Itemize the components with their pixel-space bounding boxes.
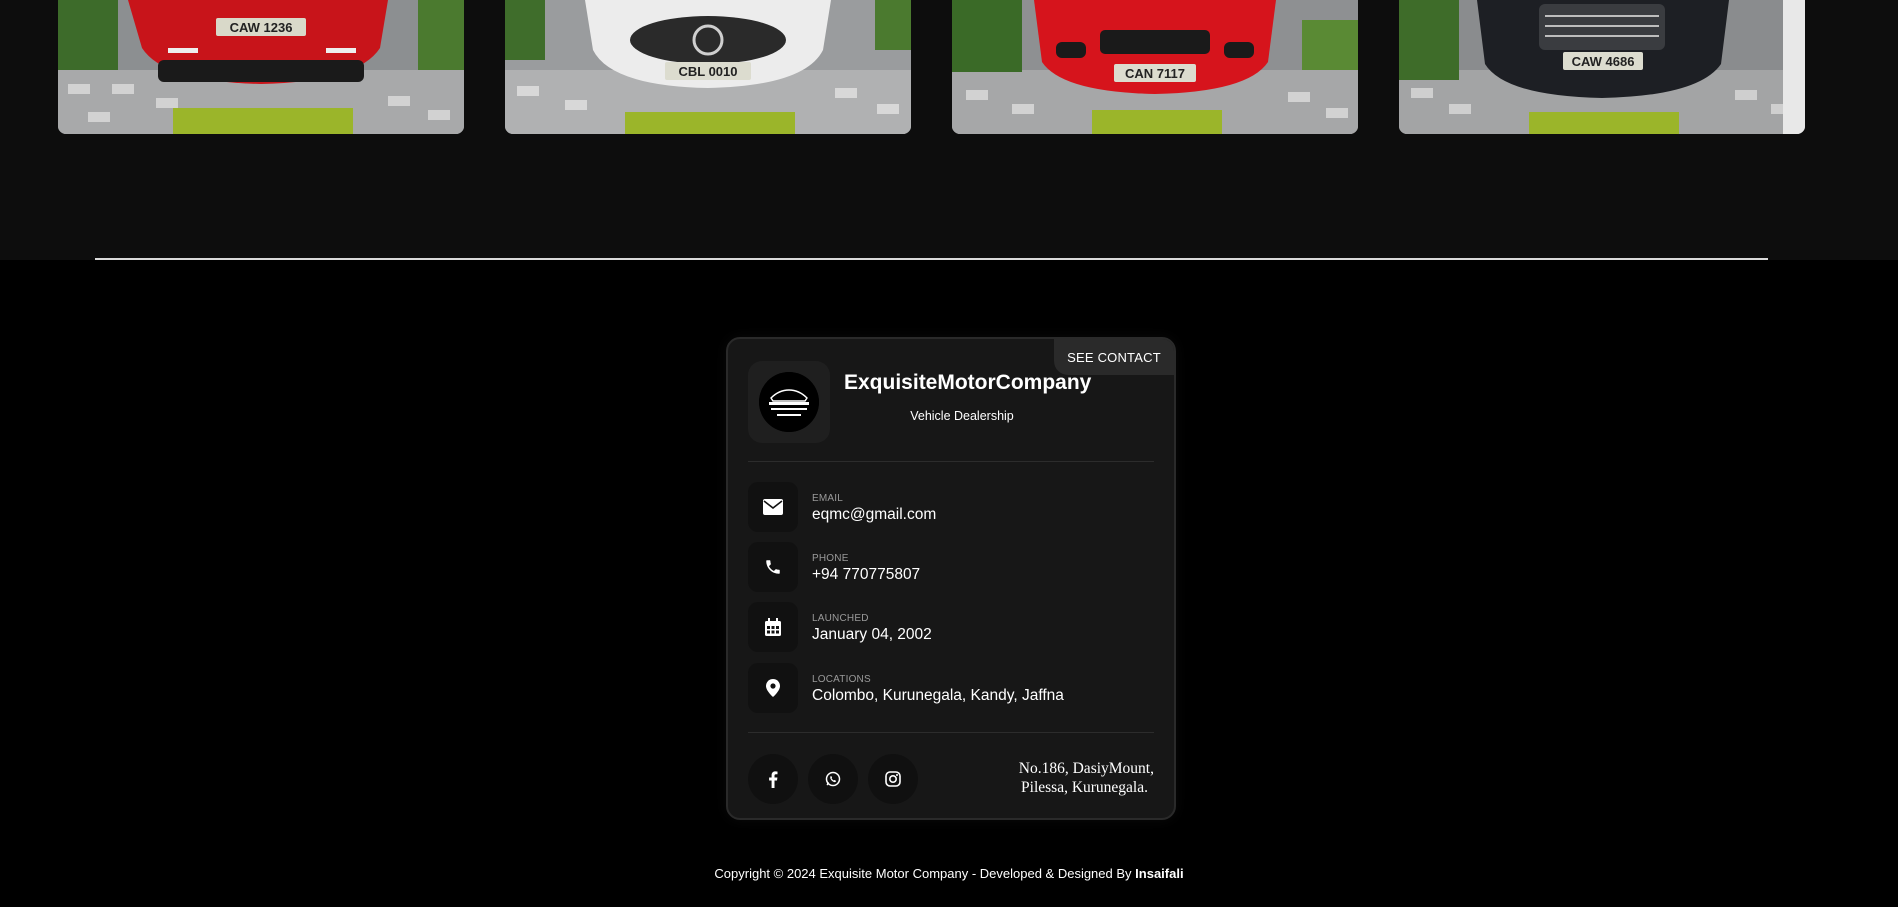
license-plate: CAN 7117 (1125, 66, 1185, 81)
info-row-locations: LOCATIONS Colombo, Kurunegala, Kandy, Ja… (748, 663, 1154, 713)
envelope-icon (748, 482, 798, 532)
email-label: EMAIL (812, 493, 844, 504)
facebook-icon (769, 770, 778, 788)
info-row-email: EMAIL eqmc@gmail.com (748, 482, 1154, 532)
car-photo: CAW 4686 (1399, 0, 1805, 134)
developer-link[interactable]: Insaifali (1135, 866, 1183, 881)
copyright-text: Copyright © 2024 Exquisite Motor Company… (714, 866, 1136, 881)
company-logo (748, 361, 830, 443)
license-plate: CBL 0010 (678, 64, 737, 79)
launched-value: January 04, 2002 (812, 626, 932, 643)
company-type: Vehicle Dealership (910, 409, 1014, 423)
car-image-card[interactable]: CAW 1236 (58, 0, 464, 134)
car-image-card[interactable]: CAW 4686 (1399, 0, 1805, 134)
map-pin-icon (748, 663, 798, 713)
address-line-1: No.186, DasiyMount, (1018, 760, 1154, 777)
logo-icon (759, 372, 819, 432)
phone-label: PHONE (812, 553, 849, 564)
phone-icon (748, 542, 798, 592)
section-divider (95, 258, 1768, 260)
license-plate: CAW 1236 (230, 20, 293, 35)
info-row-launched: LAUNCHED January 04, 2002 (748, 602, 1154, 652)
car-photo: CAN 7117 (952, 0, 1358, 134)
facebook-link[interactable] (748, 754, 798, 804)
whatsapp-link[interactable] (808, 754, 858, 804)
locations-label: LOCATIONS (812, 674, 871, 685)
car-gallery: CAW 1236 CBL 0010 CAN 7117 CAW 4686 (0, 0, 1898, 260)
address-line-2: Pilessa, Kurunegala. (1021, 779, 1148, 796)
email-value[interactable]: eqmc@gmail.com (812, 506, 936, 524)
whatsapp-icon (825, 771, 841, 787)
copyright-footer: Copyright © 2024 Exquisite Motor Company… (0, 866, 1898, 881)
license-plate: CAW 4686 (1572, 54, 1635, 69)
see-contact-button[interactable]: SEE CONTACT (1054, 339, 1174, 375)
company-profile-card: SEE CONTACT ExquisiteMotorCompany Vehicl… (726, 337, 1176, 820)
car-photo: CAW 1236 (58, 0, 464, 134)
car-image-card[interactable]: CAN 7117 (952, 0, 1358, 134)
instagram-link[interactable] (868, 754, 918, 804)
car-image-card[interactable]: CBL 0010 (505, 0, 911, 134)
instagram-icon (885, 771, 901, 787)
company-name: ExquisiteMotorCompany (844, 371, 1092, 394)
company-address: No.186, DasiyMount, Pilessa, Kurunegala. (954, 759, 1154, 797)
launched-label: LAUNCHED (812, 613, 869, 624)
calendar-icon (748, 602, 798, 652)
phone-value[interactable]: +94 770775807 (812, 566, 920, 584)
locations-value: Colombo, Kurunegala, Kandy, Jaffna (812, 687, 1064, 704)
card-divider (748, 461, 1154, 462)
card-divider (748, 732, 1154, 733)
car-photo: CBL 0010 (505, 0, 911, 134)
info-row-phone: PHONE +94 770775807 (748, 542, 1154, 592)
